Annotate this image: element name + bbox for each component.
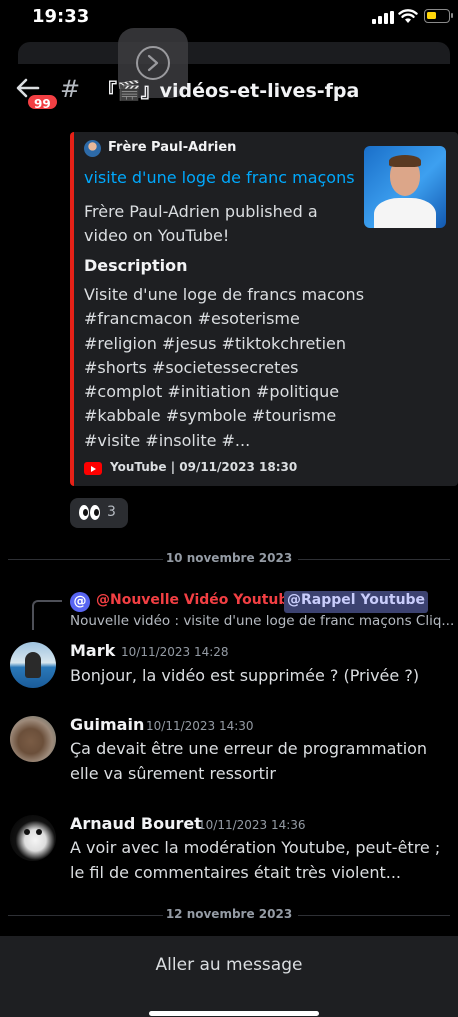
message-author[interactable]: Guimain [70, 715, 144, 734]
eyes-emoji-icon [79, 505, 101, 521]
message-author[interactable]: Mark [70, 641, 115, 660]
date-divider: 12 novembre 2023 [8, 905, 450, 925]
reaction-button[interactable]: 3 [70, 498, 128, 528]
embed-author[interactable]: Frère Paul-Adrien [108, 140, 236, 155]
avatar[interactable] [10, 642, 56, 688]
status-bar: 19:33 [0, 0, 458, 40]
reply-preview[interactable]: Nouvelle vidéo : visite d'une loge de fr… [70, 613, 454, 629]
cellular-signal-icon [372, 11, 394, 24]
embed-footer-text: YouTube | 09/11/2023 18:30 [110, 460, 298, 474]
mention-role-nouvelle-video[interactable]: @Nouvelle Vidéo Youtube [96, 592, 298, 608]
jump-to-message-button[interactable]: Aller au message [0, 955, 458, 975]
reply-connector [32, 600, 62, 630]
message-timestamp: 10/11/2023 14:30 [146, 719, 254, 733]
channel-name[interactable]: 『🎬』vidéos-et-lives-fpa [98, 76, 359, 103]
mention-role-rappel[interactable]: @Rappel Youtube [284, 591, 429, 613]
battery-icon [424, 9, 453, 23]
embed-description: Frère Paul-Adrien published a video on Y… [84, 202, 318, 245]
embed-field-name: Description [84, 256, 188, 275]
youtube-icon [84, 462, 102, 475]
reaction-count: 3 [107, 504, 116, 520]
embed-thumbnail[interactable] [364, 146, 446, 228]
unread-count-badge: 99 [26, 93, 59, 111]
message-content: Bonjour, la vidéo est supprimée ? (Privé… [70, 666, 420, 685]
youtube-embed: Frère Paul-Adrien visite d'une loge de f… [70, 132, 458, 486]
embed-title-link[interactable]: visite d'une loge de franc maçons [84, 168, 355, 187]
jump-to-message-bar[interactable]: Aller au message [0, 936, 458, 1017]
date-divider: 10 novembre 2023 [8, 549, 450, 569]
reply-author-icon: @ [70, 592, 90, 612]
status-time: 19:33 [32, 6, 90, 27]
embed-field-value: Visite d'une loge de francs macons #fran… [84, 285, 365, 450]
channel-hash-icon: # [60, 75, 81, 103]
wifi-icon [398, 9, 418, 23]
avatar[interactable] [10, 815, 56, 861]
home-indicator[interactable] [149, 1011, 319, 1016]
date-divider-label: 12 novembre 2023 [165, 907, 293, 921]
message-content: A voir avec la modération Youtube, peut-… [70, 838, 441, 882]
embed-author-avatar [84, 140, 101, 157]
previous-panel-strip [18, 42, 450, 64]
date-divider-label: 10 novembre 2023 [165, 551, 293, 565]
message-author[interactable]: Arnaud Bouret [70, 814, 202, 833]
message-timestamp: 10/11/2023 14:28 [121, 645, 229, 659]
message-timestamp: 10/11/2023 14:36 [198, 818, 306, 832]
message-content: Ça devait être une erreur de programmati… [70, 739, 428, 783]
avatar[interactable] [10, 716, 56, 762]
